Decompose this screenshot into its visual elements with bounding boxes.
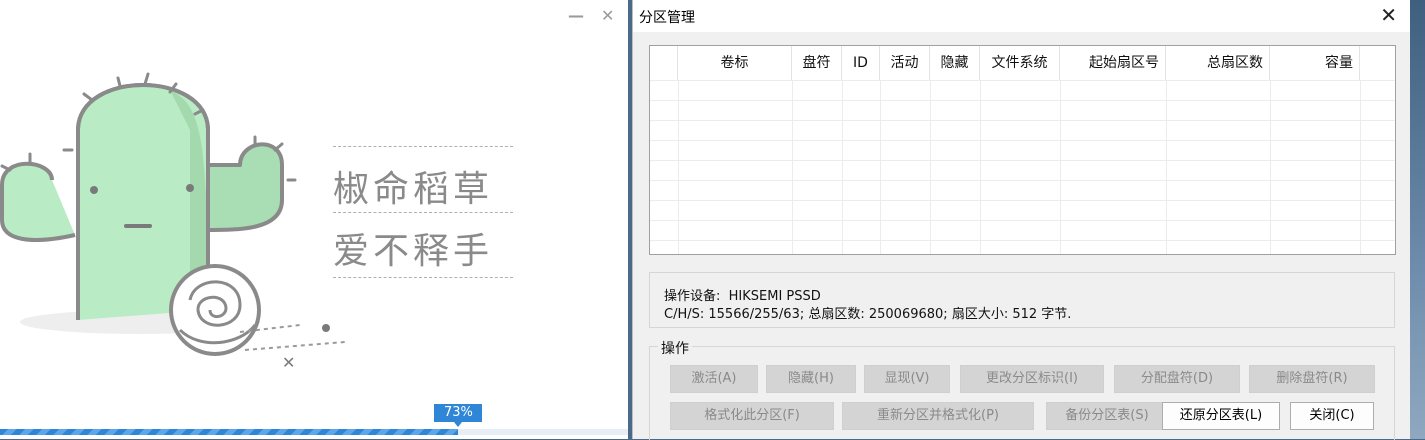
column-header[interactable]: 文件系统 <box>980 46 1060 80</box>
column-header[interactable]: 隐藏 <box>930 46 980 80</box>
table-row[interactable] <box>650 220 1395 241</box>
grid-line <box>1270 80 1271 254</box>
progress-label: 73% <box>434 404 483 427</box>
column-header[interactable]: ID <box>842 46 880 80</box>
progress-fill <box>0 429 459 435</box>
column-header[interactable]: 总扇区数 <box>1166 46 1270 80</box>
table-row[interactable] <box>650 100 1395 121</box>
show-button[interactable]: 显现(V) <box>864 365 950 393</box>
repartition-format-button[interactable]: 重新分区并格式化(P) <box>842 402 1034 430</box>
assign-drive-letter-button[interactable]: 分配盘符(D) <box>1114 365 1240 393</box>
grid-line <box>980 80 981 254</box>
close-button[interactable]: 关闭(C) <box>1290 402 1374 430</box>
table-header: 卷标 盘符 ID 活动 隐藏 文件系统 起始扇区号 总扇区数 容量 <box>650 46 1395 80</box>
grid-line <box>792 80 793 254</box>
close-icon[interactable]: ✕ <box>601 6 614 25</box>
slogan-line-1: 椒命稻草 <box>333 169 494 210</box>
desktop-background <box>1410 0 1425 439</box>
table-row[interactable] <box>650 160 1395 181</box>
dialog-title: 分区管理 <box>639 10 695 26</box>
divider <box>333 212 513 213</box>
device-geometry-text: C/H/S: 15566/255/63; 总扇区数: 250069680; 扇区… <box>664 307 1072 322</box>
format-partition-button[interactable]: 格式化此分区(F) <box>670 402 834 430</box>
table-row[interactable] <box>650 120 1395 141</box>
minimize-icon[interactable]: — <box>568 6 584 25</box>
grid-line <box>930 80 931 254</box>
dialog-titlebar[interactable]: 分区管理 ✕ <box>633 0 1411 32</box>
grid-line <box>1166 80 1167 254</box>
change-partition-id-button[interactable]: 更改分区标识(I) <box>960 365 1104 393</box>
remove-drive-letter-button[interactable]: 删除盘符(R) <box>1249 365 1375 393</box>
grid-line <box>1060 80 1061 254</box>
table-row[interactable] <box>650 80 1395 101</box>
restore-partition-table-button[interactable]: 还原分区表(L) <box>1162 402 1280 430</box>
grid-line <box>842 80 843 254</box>
backup-partition-table-button[interactable]: 备份分区表(S) <box>1046 402 1168 430</box>
table-row[interactable] <box>650 240 1395 254</box>
hide-button[interactable]: 隐藏(H) <box>766 365 856 393</box>
column-header[interactable]: 卷标 <box>678 46 792 80</box>
operations-group: 操作 激活(A) 隐藏(H) 显现(V) 更改分区标识(I) 分配盘符(D) 删除盘符(R… <box>649 338 1395 440</box>
grid-line <box>880 80 881 254</box>
divider <box>333 277 513 278</box>
divider <box>333 146 513 147</box>
table-row[interactable] <box>650 140 1395 161</box>
close-icon[interactable]: ✕ <box>1380 3 1397 27</box>
operations-title: 操作 <box>658 338 692 358</box>
device-name-text: 操作设备: HIKSEMI PSSD <box>664 289 821 304</box>
cactus-illustration: ✕ <box>0 72 346 372</box>
device-info-panel: 操作设备: HIKSEMI PSSD C/H/S: 15566/255/63; … <box>649 272 1395 328</box>
grid-line <box>1360 80 1361 254</box>
column-header[interactable]: 起始扇区号 <box>1060 46 1166 80</box>
progress-bar <box>0 429 628 435</box>
activate-button[interactable]: 激活(A) <box>670 365 758 393</box>
svg-text:✕: ✕ <box>282 353 295 372</box>
partition-table[interactable]: 卷标 盘符 ID 活动 隐藏 文件系统 起始扇区号 总扇区数 容量 <box>649 45 1396 255</box>
promo-window: — ✕ ✕ 椒命稻草 爱不释手 73% <box>0 0 628 439</box>
slogan-line-2: 爱不释手 <box>333 231 494 272</box>
grid-line <box>678 80 679 254</box>
table-header-select <box>650 46 678 80</box>
column-header[interactable]: 盘符 <box>792 46 842 80</box>
partition-manager-dialog: 分区管理 ✕ 卷标 盘符 ID 活动 隐藏 文件系统 起始扇区号 总扇区数 容量 操作设备: H… <box>632 0 1411 440</box>
column-header[interactable]: 容量 <box>1270 46 1360 80</box>
table-row[interactable] <box>650 200 1395 221</box>
column-header[interactable]: 活动 <box>880 46 930 80</box>
table-row[interactable] <box>650 180 1395 201</box>
